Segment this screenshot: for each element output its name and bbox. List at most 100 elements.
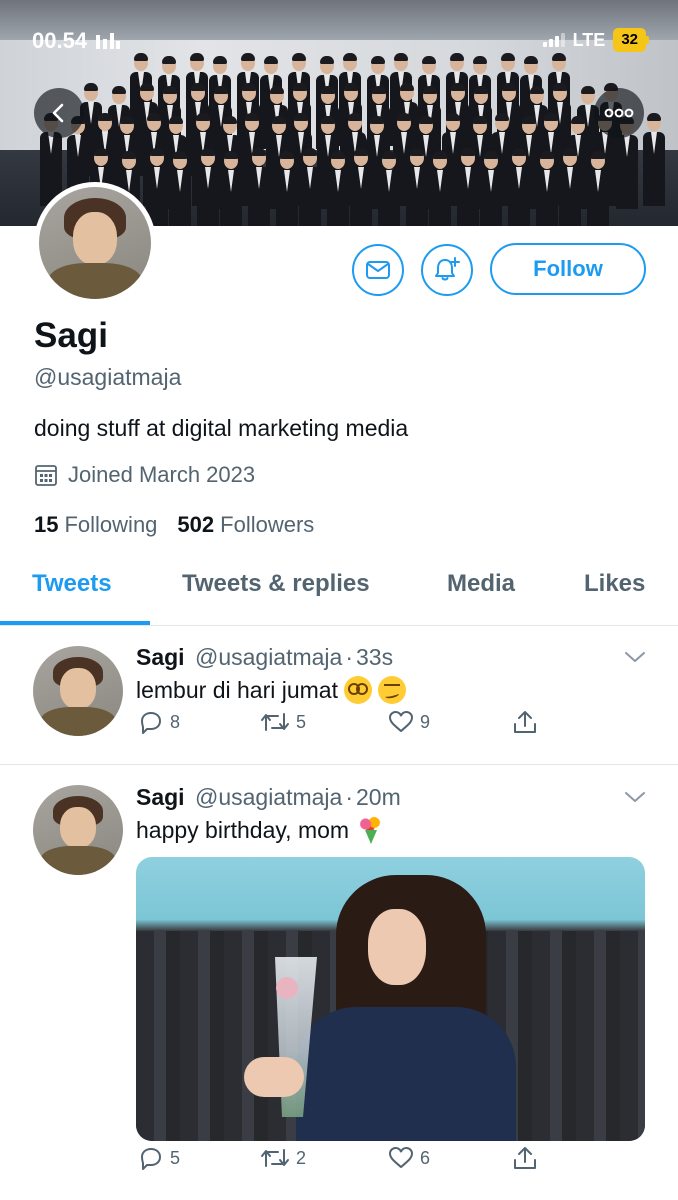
reply-icon <box>141 712 161 734</box>
like-count: 6 <box>420 1147 431 1168</box>
calendar-icon <box>35 465 57 486</box>
more-horizontal-icon <box>604 108 634 118</box>
like-count: 9 <box>420 711 431 732</box>
signal-icon <box>542 33 565 47</box>
heart-icon <box>389 1147 413 1168</box>
face-with-spiral-eyes-icon <box>343 676 372 704</box>
tweet-author-handle: @usagiatmaja <box>194 644 343 670</box>
tweet-separator: · <box>345 644 354 670</box>
tweet-text: lembur di hari jumat <box>136 676 406 704</box>
retweet-button[interactable]: 5 <box>260 710 306 734</box>
tweet-author-name: Sagi <box>136 644 185 670</box>
crowd-person <box>508 148 530 226</box>
bouquet-icon <box>355 816 385 844</box>
tweet-header: Sagi @usagiatmaja · 33s <box>136 644 393 671</box>
crowd-person <box>559 148 581 226</box>
profile-handle: @usagiatmaja <box>34 364 182 390</box>
crowd-person <box>299 148 321 226</box>
crowd-person <box>429 151 451 226</box>
crowd-person <box>248 148 270 226</box>
bell-plus-icon <box>435 257 460 281</box>
tweet-author-name: Sagi <box>136 784 185 810</box>
avatar-image <box>39 187 151 299</box>
retweet-button[interactable]: 2 <box>260 1146 306 1170</box>
network-type: LTE <box>572 29 606 50</box>
message-button[interactable] <box>352 244 404 296</box>
active-tab-indicator <box>0 621 150 625</box>
status-bar: 00.54 LTE 32 <box>0 0 678 80</box>
crowd-person <box>276 151 298 226</box>
crowd-person <box>480 151 502 226</box>
tweet-author-handle: @usagiatmaja <box>194 784 343 810</box>
crowd-person <box>220 151 242 226</box>
reply-button[interactable]: 5 <box>138 1145 180 1171</box>
like-button[interactable]: 9 <box>388 710 430 734</box>
share-icon <box>514 711 536 733</box>
tweet-media-image[interactable] <box>136 857 645 1141</box>
tweet-avatar[interactable] <box>33 646 123 736</box>
more-options-button[interactable] <box>594 88 644 138</box>
crowd-person <box>406 148 428 226</box>
joined-date: Joined March 2023 <box>34 462 255 488</box>
crowd-person <box>457 148 479 226</box>
following-count: 15 <box>34 512 59 537</box>
crowd-person <box>536 151 558 226</box>
tweet-avatar[interactable] <box>33 785 123 875</box>
reply-icon <box>141 1148 161 1170</box>
tab-tweets-and-replies[interactable]: Tweets & replies <box>182 570 370 598</box>
crowd-person <box>327 151 349 226</box>
profile-display-name: Sagi <box>34 316 108 355</box>
profile-avatar[interactable] <box>34 182 156 304</box>
retweet-count: 2 <box>296 1147 307 1168</box>
chevron-down-icon <box>625 652 645 662</box>
back-button[interactable] <box>34 88 84 138</box>
share-button[interactable] <box>512 1145 538 1171</box>
tweet-separator: · <box>345 784 354 810</box>
tweet-divider <box>0 764 678 765</box>
heart-icon <box>389 711 413 732</box>
follow-stats: 15 Following 502 Followers <box>34 512 314 538</box>
follow-button[interactable]: Follow <box>490 243 646 295</box>
status-left: 00.54 <box>32 28 121 54</box>
following-label: Following <box>64 512 158 537</box>
tweet-text-content: happy birthday, mom <box>136 816 350 843</box>
profile-tabs: Tweets Tweets & replies Media Likes <box>0 560 678 626</box>
tweet-time: 33s <box>356 644 394 670</box>
share-icon <box>514 1147 536 1169</box>
status-right: LTE 32 <box>542 28 649 52</box>
crowd-person <box>587 151 609 226</box>
retweet-icon <box>261 713 289 731</box>
reply-button[interactable]: 8 <box>138 709 180 735</box>
mail-icon <box>366 261 390 279</box>
crowd-person <box>643 113 665 206</box>
notifications-button[interactable] <box>421 244 473 296</box>
followers-label: Followers <box>220 512 315 537</box>
share-button[interactable] <box>512 709 538 735</box>
tab-likes[interactable]: Likes <box>584 570 645 598</box>
woozy-face-icon <box>377 676 406 704</box>
retweet-icon <box>261 1149 289 1167</box>
joined-text: Joined March 2023 <box>68 462 256 487</box>
followers-link[interactable]: 502 Followers <box>177 512 314 538</box>
tweet-header: Sagi @usagiatmaja · 20m <box>136 784 401 811</box>
tab-tweets[interactable]: Tweets <box>32 570 112 598</box>
tweet-text-content: lembur di hari jumat <box>136 676 338 703</box>
tab-media[interactable]: Media <box>447 570 515 598</box>
followers-count: 502 <box>177 512 215 537</box>
chevron-down-icon <box>625 792 645 802</box>
crowd-person <box>169 151 191 226</box>
status-time: 00.54 <box>32 28 88 53</box>
tweet-time: 20m <box>356 784 401 810</box>
crowd-person <box>197 148 219 226</box>
battery-level: 32 <box>613 28 649 52</box>
activity-icon <box>96 33 121 49</box>
tweet-menu-button[interactable] <box>624 790 646 809</box>
crowd-person <box>350 148 372 226</box>
following-link[interactable]: 15 Following <box>34 512 157 538</box>
chevron-left-icon <box>52 103 64 123</box>
tweet-menu-button[interactable] <box>624 650 646 669</box>
like-button[interactable]: 6 <box>388 1146 430 1170</box>
retweet-count: 5 <box>296 711 307 732</box>
crowd-person <box>378 151 400 226</box>
tweet-text: happy birthday, mom <box>136 816 385 844</box>
